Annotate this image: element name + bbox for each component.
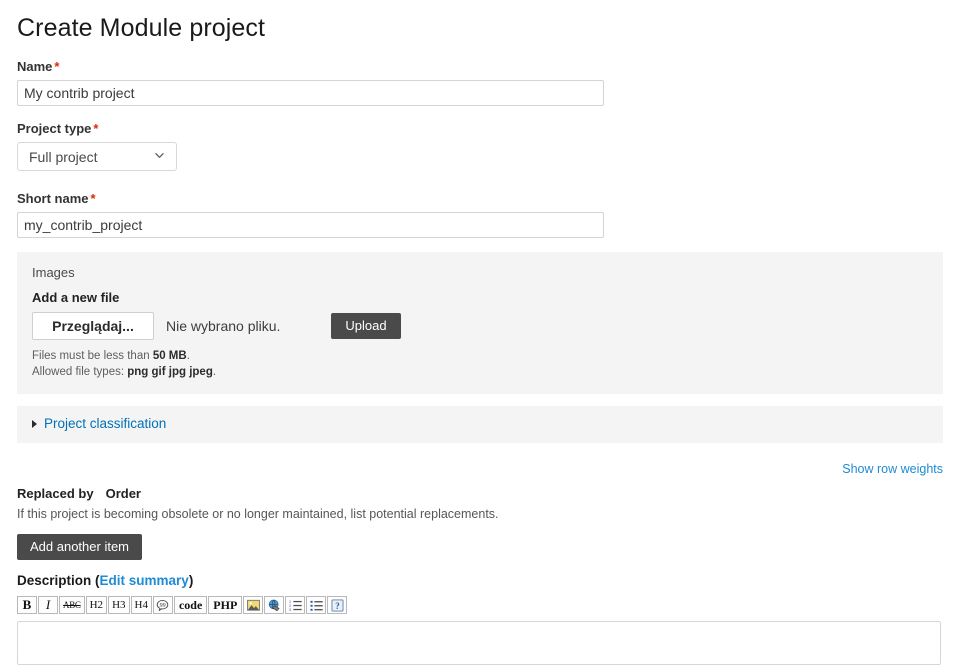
strikethrough-button[interactable]: ABC (59, 596, 85, 614)
short-name-label-text: Short name (17, 191, 89, 206)
description-header: Description (Edit summary) (17, 572, 943, 590)
file-size-hint-value: 50 MB (152, 350, 187, 362)
show-row-weights-link[interactable]: Show row weights (842, 462, 943, 476)
svg-text:3: 3 (289, 608, 291, 612)
help-button[interactable]: ? (327, 596, 348, 614)
replaced-by-description: If this project is becoming obsolete or … (17, 507, 499, 521)
heading-4-button[interactable]: H4 (130, 596, 152, 614)
page-title: Create Module project (17, 14, 266, 42)
svg-text:99: 99 (160, 602, 166, 608)
description-label: Description (17, 573, 92, 588)
edit-summary-link[interactable]: Edit summary (100, 573, 189, 588)
file-types-hint-suffix: . (212, 366, 217, 378)
order-column-label: Order (105, 486, 141, 501)
short-name-label: Short name * (17, 191, 943, 207)
selected-file-status: Nie wybrano pliku. (166, 318, 281, 334)
description-paren-close: ) (188, 573, 194, 588)
italic-button[interactable]: I (38, 596, 58, 614)
project-classification-toggle[interactable]: Project classification (32, 415, 166, 433)
add-new-file-label: Add a new file (32, 290, 120, 305)
upload-button[interactable]: Upload (331, 313, 401, 339)
php-button[interactable]: PHP (208, 596, 243, 614)
file-types-hint: Allowed file types: png gif jpg jpeg. (32, 364, 928, 380)
create-module-project-form: Create Module project Name* Project type… (0, 0, 960, 665)
row-weights-container: Show row weights (17, 460, 943, 477)
file-types-hint-value: png gif jpg jpeg (127, 366, 213, 378)
short-name-input[interactable] (17, 212, 604, 238)
project-type-label: Project type * (17, 121, 943, 137)
images-legend: Images (32, 265, 75, 280)
unordered-list-button[interactable] (306, 596, 327, 614)
field-short-name: Short name * (17, 191, 943, 238)
quote-bubble-icon: 99 (156, 599, 169, 612)
required-asterisk: * (54, 59, 60, 74)
field-project-type: Project type * Full project (17, 121, 943, 176)
field-name: Name * (17, 59, 943, 106)
project-classification-label: Project classification (44, 416, 167, 431)
heading-2-button[interactable]: H2 (85, 596, 108, 614)
browse-button[interactable]: Przeglądaj... (32, 312, 154, 340)
insert-image-button[interactable] (243, 596, 264, 614)
unordered-list-icon (310, 599, 323, 612)
required-asterisk: * (93, 121, 99, 136)
svg-text:?: ? (335, 600, 339, 610)
project-type-select-wrapper[interactable]: Full project (17, 142, 177, 171)
image-icon (246, 599, 260, 612)
file-size-hint: Files must be less than 50 MB. (32, 348, 928, 364)
heading-3-button[interactable]: H3 (108, 596, 130, 614)
name-label: Name * (17, 59, 943, 75)
project-classification-section: Project classification (17, 406, 943, 443)
triangle-right-icon (32, 420, 37, 428)
project-type-label-text: Project type (17, 121, 92, 136)
name-label-text: Name (17, 59, 53, 74)
file-size-hint-suffix: . (186, 350, 190, 362)
replaced-by-column-label: Replaced by (17, 486, 94, 501)
name-input[interactable] (17, 80, 604, 106)
file-types-hint-prefix: Allowed file types: (32, 366, 128, 378)
file-size-hint-prefix: Files must be less than (32, 350, 153, 362)
images-fieldset: Images Add a new file Przeglądaj... Nie … (17, 252, 943, 394)
question-mark-icon: ? (331, 599, 344, 612)
add-another-item-button[interactable]: Add another item (17, 534, 143, 560)
code-button[interactable]: code (173, 596, 208, 614)
project-type-select[interactable]: Full project (17, 142, 177, 171)
replaced-by-header: Replaced by Order (17, 485, 943, 502)
editor-toolbar: B I ABC H2 H3 H4 99 code PHP 1 2 3? (17, 595, 943, 614)
bold-button[interactable]: B (17, 596, 37, 614)
ordered-list-button[interactable]: 123 (285, 596, 306, 614)
required-asterisk: * (90, 191, 96, 206)
description-textarea[interactable] (17, 621, 941, 665)
insert-link-button[interactable] (264, 596, 285, 614)
ordered-list-icon: 123 (289, 599, 302, 612)
globe-link-icon (268, 599, 281, 612)
file-upload-row: Przeglądaj... Nie wybrano pliku. Upload (32, 311, 928, 341)
blockquote-button[interactable]: 99 (152, 596, 173, 614)
